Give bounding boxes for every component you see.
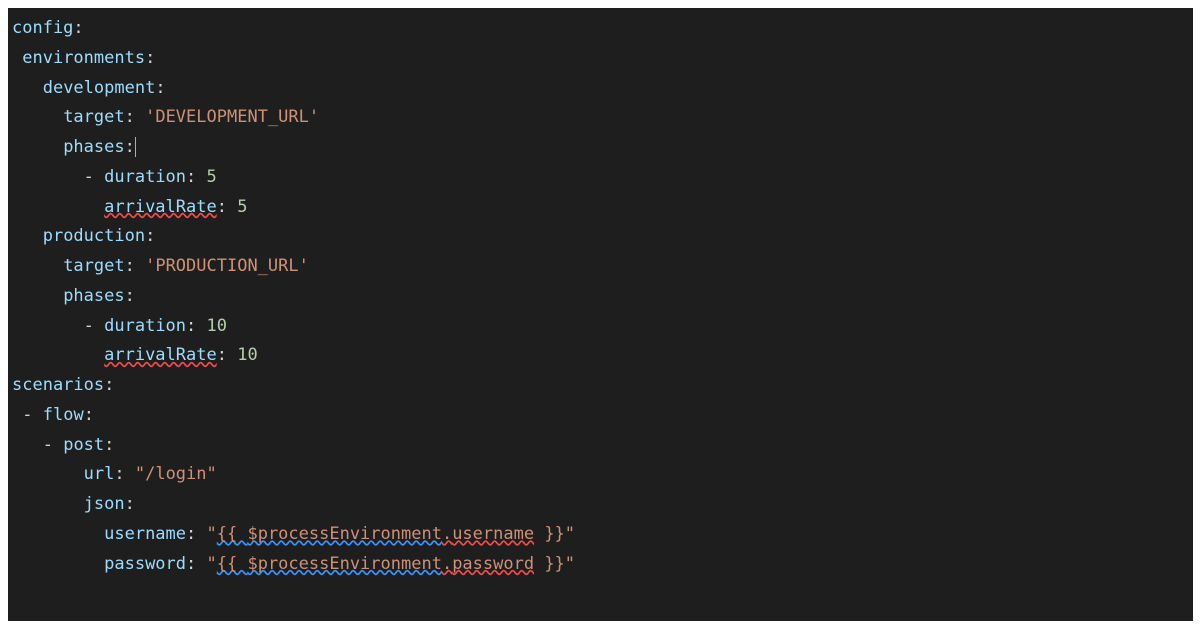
cursor bbox=[135, 137, 136, 157]
code-line: phases: bbox=[12, 282, 1193, 312]
code-line: target: 'PRODUCTION_URL' bbox=[12, 252, 1193, 282]
code-line: password: "{{ $processEnvironment.passwo… bbox=[12, 550, 1193, 580]
yaml-key: target bbox=[63, 107, 124, 127]
yaml-value: "/login" bbox=[135, 464, 217, 484]
yaml-key: username bbox=[104, 524, 186, 544]
yaml-key: password bbox=[104, 554, 186, 574]
yaml-value: "{{ $processEnvironment.password }}" bbox=[207, 554, 576, 574]
yaml-value: 5 bbox=[207, 167, 217, 187]
yaml-key: phases bbox=[63, 286, 124, 306]
code-line: username: "{{ $processEnvironment.userna… bbox=[12, 520, 1193, 550]
yaml-key: development bbox=[43, 78, 156, 98]
yaml-key: arrivalRate bbox=[104, 197, 217, 217]
code-line: development: bbox=[12, 74, 1193, 104]
code-line: - flow: bbox=[12, 401, 1193, 431]
code-line: - duration: 10 bbox=[12, 312, 1193, 342]
code-line: arrivalRate: 10 bbox=[12, 341, 1193, 371]
yaml-value: 5 bbox=[237, 197, 247, 217]
code-line: environments: bbox=[12, 44, 1193, 74]
yaml-key: target bbox=[63, 256, 124, 276]
code-line: config: bbox=[12, 14, 1193, 44]
yaml-value: 10 bbox=[237, 345, 257, 365]
yaml-key: duration bbox=[104, 316, 186, 336]
yaml-key: flow bbox=[43, 405, 84, 425]
yaml-value: 10 bbox=[207, 316, 227, 336]
code-editor[interactable]: config: environments: development: targe… bbox=[8, 8, 1193, 621]
yaml-key: environments bbox=[22, 48, 145, 68]
code-line: url: "/login" bbox=[12, 460, 1193, 490]
code-line: json: bbox=[12, 490, 1193, 520]
code-line: production: bbox=[12, 222, 1193, 252]
yaml-key: phases bbox=[63, 137, 124, 157]
yaml-value: "{{ $processEnvironment.username }}" bbox=[207, 524, 576, 544]
yaml-key: config bbox=[12, 18, 73, 38]
code-line: scenarios: bbox=[12, 371, 1193, 401]
yaml-value: 'PRODUCTION_URL' bbox=[145, 256, 309, 276]
code-line: arrivalRate: 5 bbox=[12, 193, 1193, 223]
yaml-key: production bbox=[43, 226, 145, 246]
yaml-key: json bbox=[84, 494, 125, 514]
yaml-key: url bbox=[84, 464, 115, 484]
code-line: - post: bbox=[12, 431, 1193, 461]
code-line: phases: bbox=[12, 133, 1193, 163]
code-line: target: 'DEVELOPMENT_URL' bbox=[12, 103, 1193, 133]
yaml-key: duration bbox=[104, 167, 186, 187]
code-line: - duration: 5 bbox=[12, 163, 1193, 193]
yaml-key: scenarios bbox=[12, 375, 104, 395]
yaml-key: post bbox=[63, 435, 104, 455]
yaml-value: 'DEVELOPMENT_URL' bbox=[145, 107, 319, 127]
yaml-key: arrivalRate bbox=[104, 345, 217, 365]
